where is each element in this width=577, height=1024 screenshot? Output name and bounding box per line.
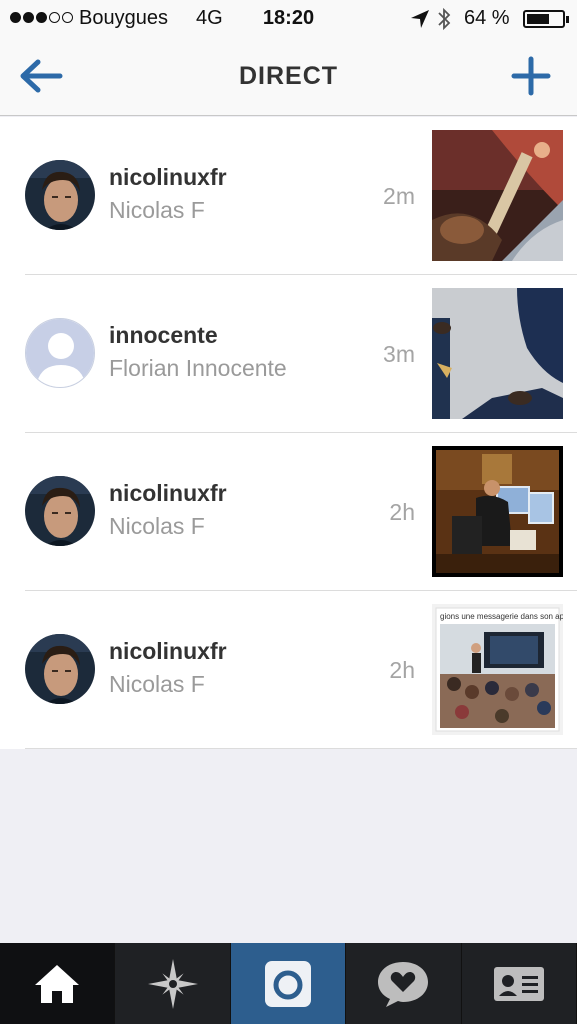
thumbnail-caption: gions une messagerie dans son appli	[440, 612, 563, 621]
direct-screen: Bouygues 4G 18:20 64 % DIRECT nicolinuxf…	[0, 0, 577, 1024]
thread-thumbnail[interactable]: gions une messagerie dans son appli	[432, 604, 563, 735]
thread-full-name: Nicolas F	[109, 513, 205, 539]
tab-camera[interactable]	[230, 943, 347, 1024]
tab-profile[interactable]	[462, 943, 577, 1024]
thread-row[interactable]: nicolinuxfr Nicolas F 2h	[0, 433, 577, 591]
avatar[interactable]	[25, 476, 95, 546]
thread-row[interactable]: innocente Florian Innocente 3m	[0, 275, 577, 433]
home-icon	[35, 964, 80, 1003]
tab-bar	[0, 943, 577, 1024]
page-title: DIRECT	[238, 62, 339, 90]
battery-icon	[523, 10, 569, 28]
camera-icon	[265, 960, 312, 1007]
thread-username: nicolinuxfr	[109, 164, 227, 190]
activity-icon	[378, 961, 429, 1007]
thread-username: nicolinuxfr	[109, 480, 227, 506]
thread-time: 2m	[383, 183, 415, 209]
avatar[interactable]	[25, 160, 95, 230]
thread-list: nicolinuxfr Nicolas F 2m innocente Flori…	[0, 117, 577, 749]
thread-username: innocente	[109, 322, 218, 348]
thread-time: 2h	[389, 499, 415, 525]
battery-percent: 64 %	[464, 7, 510, 29]
tab-activity[interactable]	[346, 943, 462, 1024]
explore-icon	[147, 958, 198, 1009]
plus-icon[interactable]	[511, 56, 551, 96]
avatar[interactable]	[25, 634, 95, 704]
thread-thumbnail[interactable]	[432, 288, 563, 419]
thread-thumbnail[interactable]	[432, 130, 563, 261]
thread-row[interactable]: nicolinuxfr Nicolas F 2m	[0, 117, 577, 275]
thread-time: 2h	[389, 657, 415, 683]
thread-thumbnail[interactable]	[432, 446, 563, 577]
location-arrow-icon	[411, 10, 429, 28]
thread-row[interactable]: nicolinuxfr Nicolas F 2h gions une messa…	[0, 591, 577, 749]
thread-username: nicolinuxfr	[109, 638, 227, 664]
thread-full-name: Florian Innocente	[109, 355, 287, 381]
tab-explore[interactable]	[115, 943, 231, 1024]
avatar[interactable]	[25, 318, 95, 388]
thread-full-name: Nicolas F	[109, 671, 205, 697]
bluetooth-icon	[438, 7, 451, 31]
profile-icon	[493, 966, 544, 1001]
navigation-bar: DIRECT	[0, 38, 577, 116]
tab-home[interactable]	[0, 943, 116, 1024]
thread-time: 3m	[383, 341, 415, 367]
thread-full-name: Nicolas F	[109, 197, 205, 223]
status-bar: Bouygues 4G 18:20 64 %	[0, 0, 577, 38]
